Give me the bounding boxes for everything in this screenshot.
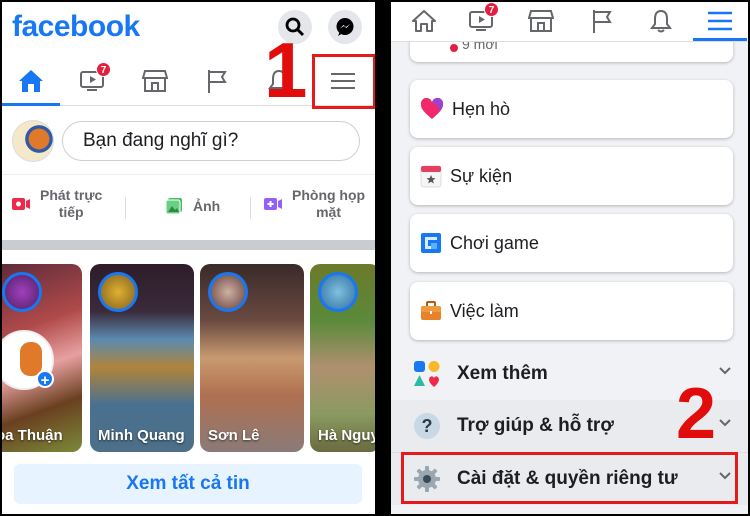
menu-card-gaming[interactable]: Chơi game — [410, 214, 733, 272]
chevron-down-icon[interactable] — [718, 418, 732, 428]
room-icon — [264, 198, 282, 210]
help-icon: ? — [414, 413, 440, 439]
home-icon — [19, 70, 43, 92]
facebook-menu-screen: 9 mới 7 Hẹn hò Sự kiện Chơi game Việc là… — [391, 2, 748, 514]
add-story-icon: + — [36, 370, 54, 389]
story-card[interactable]: Hà Nguy — [310, 264, 375, 452]
gaming-icon — [421, 233, 441, 253]
flag-icon — [208, 70, 227, 93]
story-avatar — [98, 272, 138, 312]
divider — [250, 197, 251, 219]
tab-pages[interactable] — [580, 2, 624, 40]
story-card[interactable]: Minh Quang — [90, 264, 194, 452]
menu-row-label: Xem thêm — [457, 363, 548, 384]
composer: Bạn đang nghĩ gì? — [2, 114, 375, 168]
shop-icon — [142, 70, 168, 92]
menu-card-dating[interactable]: Hẹn hò — [410, 80, 733, 138]
photo-icon — [165, 198, 182, 215]
see-all-stories-button[interactable]: Xem tất cả tin — [14, 464, 362, 504]
facebook-logo[interactable]: facebook — [12, 10, 140, 44]
tab-notifications[interactable] — [639, 2, 683, 40]
home-icon — [412, 10, 436, 32]
story-avatar — [208, 272, 248, 312]
tab-watch[interactable]: 7 — [460, 2, 504, 40]
see-more-icon — [414, 361, 440, 387]
menu-card-label: Sự kiện — [450, 165, 513, 186]
new-dot-icon — [450, 44, 458, 52]
photo-label: Ảnh — [193, 197, 221, 214]
tab-home[interactable] — [402, 2, 446, 40]
live-video-label: Phát trực tiếp — [40, 187, 103, 220]
section-divider — [2, 240, 375, 250]
tab-marketplace[interactable] — [519, 2, 563, 40]
briefcase-icon — [421, 301, 441, 320]
menu-card-events[interactable]: Sự kiện — [410, 147, 733, 205]
flag-icon — [593, 10, 612, 33]
menu-card-label: Việc làm — [450, 300, 519, 321]
calendar-icon — [420, 165, 442, 188]
live-video-button[interactable]: Phát trực tiếp — [12, 187, 102, 221]
svg-text:?: ? — [422, 416, 433, 436]
story-name: Hà Nguy — [318, 427, 375, 444]
tab-pages[interactable] — [188, 58, 246, 104]
chevron-down-icon[interactable] — [718, 366, 732, 376]
story-avatar — [2, 272, 42, 312]
avatar[interactable] — [12, 120, 54, 162]
story-card[interactable]: + òa Thuận — [2, 264, 82, 452]
divider — [125, 197, 126, 219]
stories-tray: + òa Thuận Minh Quang Sơn Lê Hà Nguy — [2, 264, 375, 454]
menu-card-label: Chơi game — [450, 232, 539, 253]
annotation-box-1 — [312, 54, 375, 109]
facebook-home-screen: facebook 7 Bạn đang nghĩ gì? Phát trực t… — [2, 2, 375, 514]
annotation-number-1: 1 — [264, 26, 308, 114]
create-story-avatar[interactable]: + — [2, 330, 54, 390]
room-label: Phòng họp mặt — [292, 187, 366, 220]
tab-marketplace[interactable] — [126, 58, 184, 104]
menu-icon — [708, 11, 732, 31]
annotation-box-2 — [401, 452, 738, 504]
dating-heart-icon — [420, 98, 444, 119]
tab-menu[interactable] — [693, 2, 747, 41]
story-name: òa Thuận — [2, 427, 63, 444]
story-card[interactable]: Sơn Lê — [200, 264, 304, 452]
shop-icon — [528, 10, 554, 32]
main-tab-bar: 7 — [391, 2, 748, 42]
watch-badge: 7 — [96, 62, 111, 77]
messenger-icon — [336, 18, 354, 36]
composer-actions: Phát trực tiếp Ảnh Phòng họp mặt — [2, 174, 375, 236]
live-video-icon — [12, 198, 30, 210]
status-input[interactable]: Bạn đang nghĩ gì? — [62, 121, 360, 161]
story-avatar — [318, 272, 358, 312]
tab-home[interactable] — [2, 58, 60, 106]
story-name: Sơn Lê — [208, 427, 260, 444]
messenger-button[interactable] — [328, 10, 362, 44]
menu-card-label: Hẹn hò — [452, 98, 511, 119]
menu-card-jobs[interactable]: Việc làm — [410, 282, 733, 340]
room-button[interactable]: Phòng họp mặt — [264, 187, 365, 221]
story-name: Minh Quang — [98, 427, 185, 444]
bell-icon — [650, 9, 672, 33]
photo-button[interactable]: Ảnh — [165, 197, 220, 215]
tab-watch[interactable]: 7 — [64, 58, 122, 104]
menu-row-label: Trợ giúp & hỗ trợ — [457, 415, 614, 436]
watch-badge: 7 — [484, 2, 499, 17]
annotation-number-2: 2 — [676, 374, 717, 454]
